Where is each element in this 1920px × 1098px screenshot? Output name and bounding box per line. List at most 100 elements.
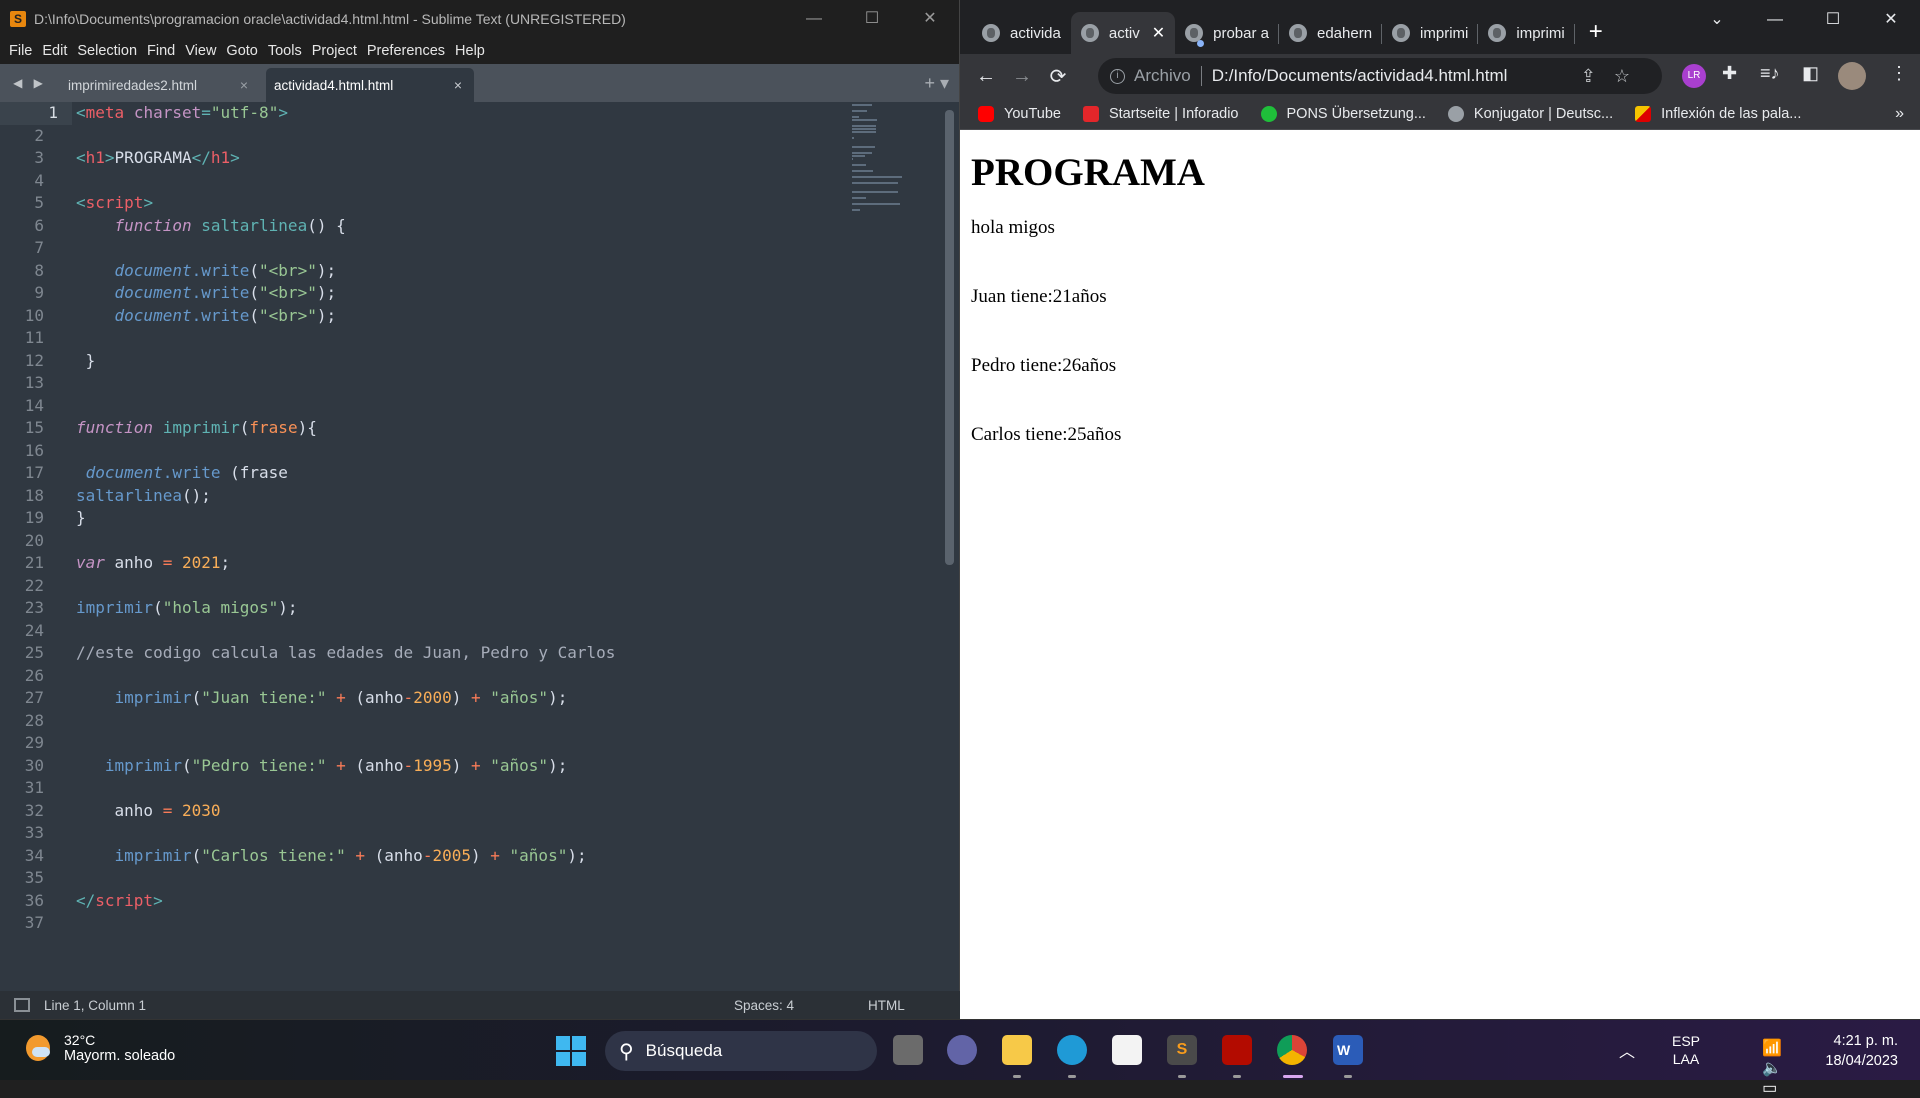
code-line[interactable]: } <box>76 350 615 373</box>
word-icon[interactable]: W <box>1333 1035 1363 1065</box>
code-line[interactable]: document.write("<br>"); <box>76 282 615 305</box>
chrome-icon[interactable] <box>1277 1035 1307 1065</box>
language-indicator[interactable]: ESP LAA <box>1672 1032 1700 1068</box>
code-line[interactable]: function saltarlinea() { <box>76 215 615 238</box>
code-line[interactable]: anho = 2030 <box>76 800 615 823</box>
file-explorer-icon[interactable] <box>1002 1035 1032 1065</box>
minimize-button[interactable]: — <box>785 0 843 38</box>
menu-help[interactable]: Help <box>450 43 490 59</box>
menu-tools[interactable]: Tools <box>263 43 307 59</box>
tab-close-icon[interactable]: × <box>240 77 248 93</box>
code-line[interactable] <box>76 665 615 688</box>
teams-icon[interactable] <box>947 1035 977 1065</box>
tab-close-icon[interactable]: ✕ <box>1152 23 1165 43</box>
code-line[interactable] <box>76 395 615 418</box>
code-area[interactable]: <meta charset="utf-8"> <h1>PROGRAMA</h1> <… <box>76 102 615 935</box>
close-button[interactable]: ✕ <box>901 0 959 38</box>
code-line[interactable]: } <box>76 507 615 530</box>
reload-button[interactable]: ⟳ <box>1040 64 1076 89</box>
forward-button[interactable]: → <box>1004 65 1040 88</box>
code-editor[interactable]: 1 2 3 4 5 6 7 8 9 10 11 12 13 14 15 16 17 18 19 20 21 22 23 24 2… <box>0 102 946 982</box>
tab-close-icon[interactable]: × <box>454 77 462 93</box>
url-text[interactable]: D:/Info/Documents/actividad4.html.html <box>1212 66 1508 86</box>
lr-extension-icon[interactable]: LR <box>1682 64 1706 88</box>
weather-widget[interactable]: 32°C Mayorm. soleado <box>26 1032 175 1064</box>
bookmark-inflexion[interactable]: Inflexión de las pala... <box>1635 105 1801 122</box>
menu-selection[interactable]: Selection <box>72 43 142 59</box>
minimize-button[interactable]: — <box>1746 0 1804 40</box>
menu-view[interactable]: View <box>180 43 221 59</box>
code-line[interactable] <box>76 912 615 935</box>
code-line[interactable] <box>76 822 615 845</box>
edge-icon[interactable] <box>1057 1035 1087 1065</box>
profile-avatar[interactable] <box>1838 62 1866 90</box>
minimap[interactable] <box>852 104 912 211</box>
store-icon[interactable] <box>1112 1035 1142 1065</box>
menu-goto[interactable]: Goto <box>221 43 262 59</box>
code-line[interactable]: <script> <box>76 192 615 215</box>
browser-tab[interactable]: edahern <box>1279 12 1383 54</box>
code-line[interactable] <box>76 327 615 350</box>
network-volume-battery-icons[interactable]: 📶🔈▭ <box>1762 1038 1792 1098</box>
code-line[interactable] <box>76 530 615 553</box>
code-line[interactable] <box>76 125 615 148</box>
code-line[interactable]: <meta charset="utf-8"> <box>76 102 615 125</box>
new-tab-button[interactable]: + <box>1575 12 1617 54</box>
menu-find[interactable]: Find <box>142 43 180 59</box>
maximize-button[interactable]: ☐ <box>1804 0 1862 40</box>
tab-actions-icon[interactable]: + ▾ <box>924 64 949 102</box>
bookmark-youtube[interactable]: YouTube <box>978 105 1061 122</box>
info-icon[interactable]: i <box>1110 68 1125 84</box>
code-line[interactable] <box>76 575 615 598</box>
code-line[interactable]: imprimir("Pedro tiene:" + (anho-1995) + … <box>76 755 615 778</box>
code-line[interactable] <box>76 777 615 800</box>
tab-actividad4[interactable]: actividad4.html.html × <box>266 68 474 102</box>
bookmarks-overflow-button[interactable]: » <box>1895 105 1904 123</box>
code-line[interactable]: document.write("<br>"); <box>76 260 615 283</box>
browser-tab-active[interactable]: activ ✕ <box>1070 12 1176 54</box>
code-line[interactable] <box>76 237 615 260</box>
tab-search-button[interactable]: ⌄ <box>1688 0 1746 40</box>
code-line[interactable]: //este codigo calcula las edades de Juan… <box>76 642 615 665</box>
code-line[interactable] <box>76 440 615 463</box>
star-icon[interactable]: ☆ <box>1614 66 1648 86</box>
browser-tab[interactable]: probar a <box>1175 12 1279 54</box>
media-control-icon[interactable]: ≡♪ <box>1760 63 1780 84</box>
code-line[interactable] <box>76 372 615 395</box>
acrobat-icon[interactable] <box>1222 1035 1252 1065</box>
tab-imprimiredades2[interactable]: imprimiredades2.html × <box>60 68 260 102</box>
bookmark-inforadio[interactable]: Startseite | Inforadio <box>1082 105 1239 122</box>
code-line[interactable]: <h1>PROGRAMA</h1> <box>76 147 615 170</box>
share-icon[interactable]: ⇪ <box>1581 66 1614 86</box>
maximize-button[interactable]: ☐ <box>843 0 901 38</box>
back-button[interactable]: ← <box>968 65 1004 88</box>
tab-nav-arrows-icon[interactable]: ◀ ▶ <box>0 64 60 102</box>
indentation-setting[interactable]: Spaces: 4 <box>734 998 794 1013</box>
browser-tab[interactable]: imprimi <box>1478 12 1575 54</box>
start-button[interactable] <box>556 1036 586 1066</box>
code-line[interactable]: imprimir("hola migos"); <box>76 597 615 620</box>
code-line[interactable]: </script> <box>76 890 615 913</box>
bookmark-konjugator[interactable]: Konjugator | Deutsc... <box>1447 105 1613 122</box>
chevron-up-icon[interactable]: ︿ <box>1619 1038 1635 1062</box>
panel-toggle-icon[interactable] <box>14 998 30 1012</box>
code-line[interactable]: imprimir("Juan tiene:" + (anho-2000) + "… <box>76 687 615 710</box>
code-line[interactable]: function imprimir(frase){ <box>76 417 615 440</box>
bookmark-pons[interactable]: PONS Übersetzung... <box>1260 105 1426 122</box>
code-line[interactable] <box>76 732 615 755</box>
menu-edit[interactable]: Edit <box>37 43 72 59</box>
clock[interactable]: 4:21 p. m. 18/04/2023 <box>1825 1031 1898 1071</box>
sublime-text-icon[interactable]: S <box>1167 1035 1197 1065</box>
menu-file[interactable]: File <box>4 43 37 59</box>
code-line[interactable] <box>76 620 615 643</box>
code-line[interactable] <box>76 867 615 890</box>
browser-tab[interactable]: imprimi <box>1382 12 1479 54</box>
vertical-scrollbar[interactable] <box>945 110 954 565</box>
browser-tab[interactable]: activida <box>972 12 1071 54</box>
menu-project[interactable]: Project <box>307 43 362 59</box>
taskbar-search[interactable]: ⚲ Búsqueda <box>605 1031 877 1071</box>
code-line[interactable]: document.write("<br>"); <box>76 305 615 328</box>
code-line[interactable]: imprimir("Carlos tiene:" + (anho-2005) +… <box>76 845 615 868</box>
code-line[interactable]: saltarlinea(); <box>76 485 615 508</box>
more-menu-icon[interactable]: ⋮ <box>1890 63 1908 84</box>
